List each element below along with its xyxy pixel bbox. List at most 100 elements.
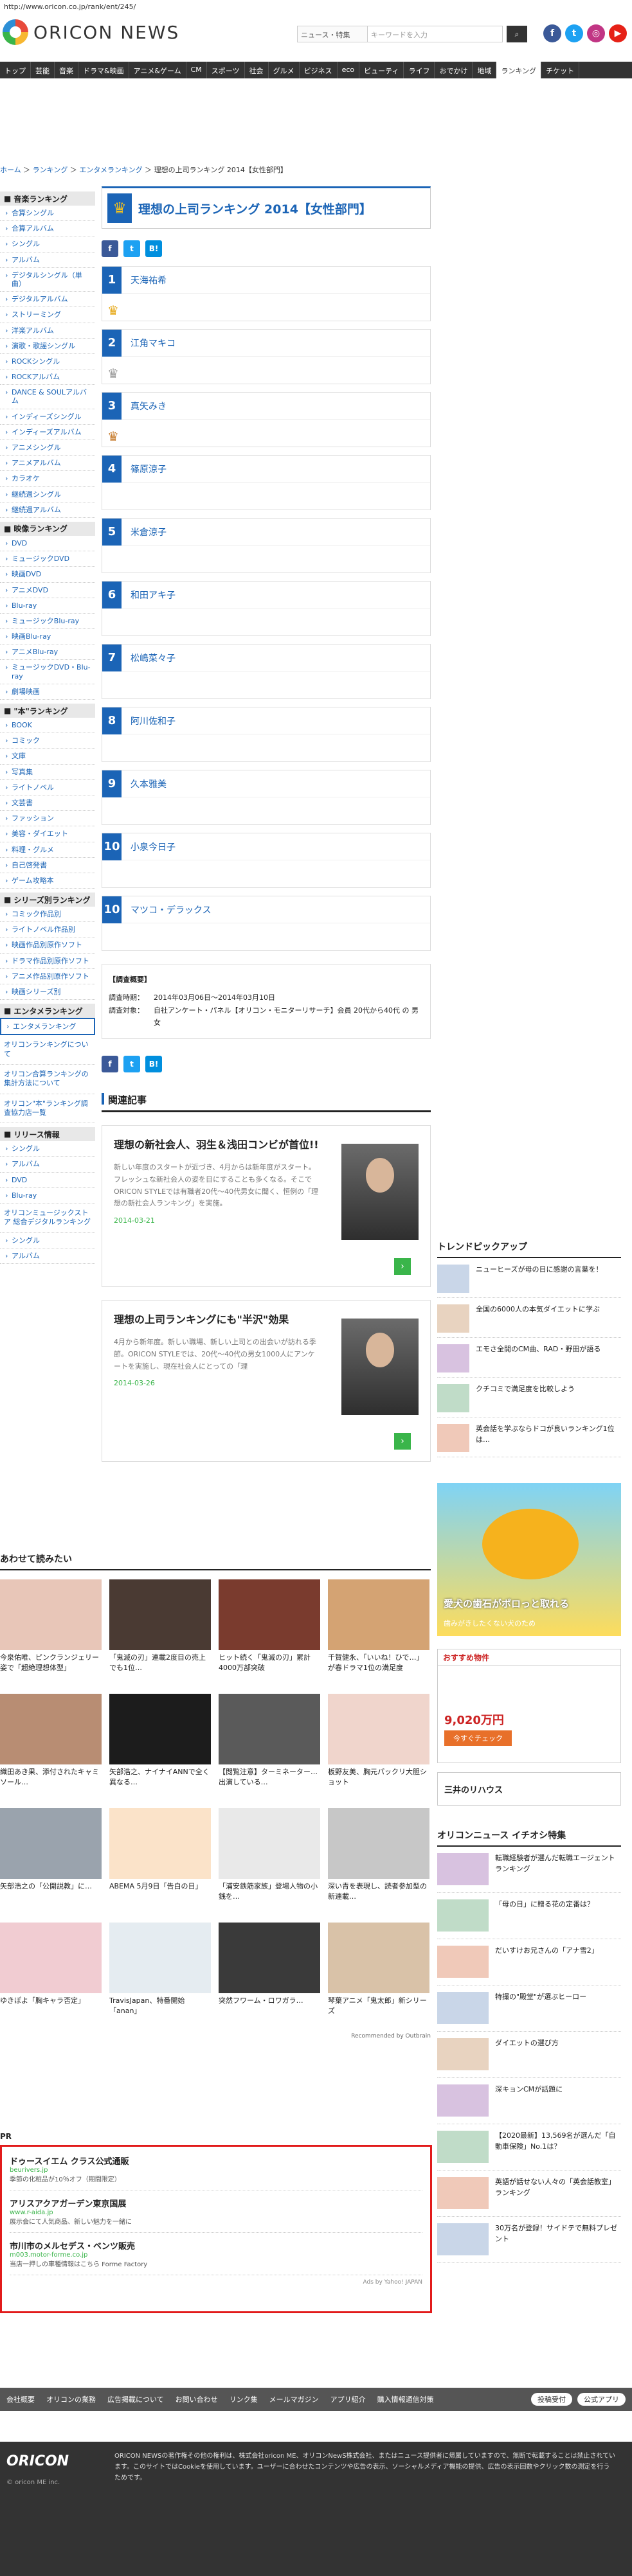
sidebar-item[interactable]: コミック作品別 xyxy=(0,907,95,923)
sidebar-item[interactable]: デジタルアルバム xyxy=(0,292,95,308)
arrow-right-icon[interactable]: › xyxy=(394,1433,411,1450)
recommended-card[interactable]: 突然フワーム・ロワガラ… xyxy=(219,1923,320,2029)
related-article[interactable]: 理想の上司ランキングにも"半沢"効果 4月から新年度。新しい職場、新しい上司との出… xyxy=(102,1300,431,1462)
nav-item[interactable]: グルメ xyxy=(269,62,300,78)
sidebar-item[interactable]: 継続週シングル xyxy=(0,487,95,502)
rank-name[interactable]: 小泉今日子 xyxy=(131,840,176,853)
nav-item[interactable]: アニメ&ゲーム xyxy=(129,62,186,78)
nav-item[interactable]: 地域 xyxy=(473,62,497,78)
footer-nav-item[interactable]: リンク集 xyxy=(230,2394,258,2404)
pr-item-title[interactable]: アリスアクアガーデン東京国展 xyxy=(10,2197,422,2209)
nav-item[interactable]: ビジネス xyxy=(300,62,338,78)
rank-row[interactable]: 10 小泉今日子 xyxy=(102,833,431,888)
sidebar-item[interactable]: 合算アルバム xyxy=(0,221,95,237)
featured-item[interactable]: だいすけお兄さんの「アナ雪2」 xyxy=(437,1939,621,1985)
nav-item[interactable]: トップ xyxy=(0,62,31,78)
footer-nav-item[interactable]: 購入情報通信対策 xyxy=(377,2394,434,2404)
rehouse-banner[interactable]: 三井のリハウス xyxy=(437,1772,621,1806)
nav-item[interactable]: eco xyxy=(338,62,360,78)
rank-row[interactable]: 5 米倉涼子 xyxy=(102,518,431,573)
share-facebook-button[interactable]: f xyxy=(102,1056,118,1073)
pr-item[interactable]: 市川市のメルセデス・ベンツ販売 m003.motor-forme.co.jp 当店一… xyxy=(10,2237,422,2275)
sidebar-item[interactable]: カラオケ xyxy=(0,471,95,487)
sidebar-item[interactable]: アニメBlu-ray xyxy=(0,644,95,661)
sidebar-item[interactable]: 洋楽アルバム xyxy=(0,323,95,339)
recommended-card[interactable]: 板野友美、胸元パックリ大胆ショット xyxy=(328,1694,429,1800)
footer-nav-item[interactable]: アプリ紹介 xyxy=(330,2394,366,2404)
trend-item[interactable]: 英会話を学ぶならドコが良いランキング1位は… xyxy=(437,1417,621,1457)
rank-row[interactable]: 8 阿川佐和子 xyxy=(102,707,431,762)
share-twitter-button[interactable]: t xyxy=(123,240,140,257)
sidebar-item[interactable]: ファッション xyxy=(0,811,95,827)
recommended-card[interactable]: 今泉佑唯、ピンクランジェリー姿で「超絶理想体型」 xyxy=(0,1579,102,1686)
nav-item[interactable]: ランキング xyxy=(496,62,542,78)
breadcrumb-home[interactable]: ホーム xyxy=(0,166,21,174)
breadcrumb-ranking[interactable]: ランキング xyxy=(33,166,68,174)
search-input[interactable]: キーワードを入力 xyxy=(368,26,503,42)
breadcrumb-ent-ranking[interactable]: エンタメランキング xyxy=(79,166,142,174)
nav-item[interactable]: チケット xyxy=(541,62,580,78)
sidebar-item[interactable]: シングル xyxy=(0,236,95,253)
instagram-icon[interactable]: ◎ xyxy=(587,24,605,42)
rank-name[interactable]: 和田アキ子 xyxy=(131,589,176,601)
pr-item[interactable]: アリスアクアガーデン東京国展 www.r-aida.jp 展示会にて人気商品、新しい… xyxy=(10,2194,422,2233)
sidebar-item[interactable]: エンタメランキング xyxy=(0,1018,95,1036)
sidebar-item[interactable]: ゲーム攻略本 xyxy=(0,873,95,889)
trend-item[interactable]: クチコミで満足度を比較しよう xyxy=(437,1378,621,1417)
release-item[interactable]: DVD xyxy=(0,1173,95,1188)
sidebar-item[interactable]: 劇場映画 xyxy=(0,684,95,700)
footer-nav-item[interactable]: 会社概要 xyxy=(6,2394,35,2404)
pr-item-url[interactable]: beurivers.jp xyxy=(10,2167,422,2174)
rank-name[interactable]: 松嶋菜々子 xyxy=(131,652,176,664)
sidebar-item[interactable]: DVD xyxy=(0,536,95,552)
nav-item[interactable]: 芸能 xyxy=(31,62,55,78)
sidebar-item[interactable]: アニメシングル xyxy=(0,440,95,456)
sidebar-item[interactable]: ドラマ作品別原作ソフト xyxy=(0,954,95,969)
sidebar-item[interactable]: 料理・グルメ xyxy=(0,842,95,858)
article-title[interactable]: 理想の上司ランキングにも"半沢"効果 xyxy=(114,1312,320,1328)
nav-item[interactable]: スポーツ xyxy=(207,62,245,78)
recommended-card[interactable]: ヒット続く「鬼滅の刃」累計4000万部突破 xyxy=(219,1579,320,1686)
footer-nav-item[interactable]: メールマガジン xyxy=(269,2394,319,2404)
sidebar-item[interactable]: ストリーミング xyxy=(0,307,95,323)
featured-item[interactable]: 【2020最新】13,569名が選んだ「自動車保険」No.1は？ xyxy=(437,2124,621,2171)
sidebar-item[interactable]: 継続週アルバム xyxy=(0,502,95,518)
rank-name[interactable]: マツコ・デラックス xyxy=(131,903,212,916)
rank-row[interactable]: 6 和田アキ子 xyxy=(102,581,431,636)
release-digital-item[interactable]: シングル xyxy=(0,1233,95,1248)
recommended-card[interactable]: 琴葉アニメ「鬼太郎」新シリーズ xyxy=(328,1923,429,2029)
sidebar-item[interactable]: ミュージックDVD・Blu-ray xyxy=(0,660,95,684)
sidebar-item[interactable]: 文芸書 xyxy=(0,795,95,812)
featured-item[interactable]: ダイエットの選び方 xyxy=(437,2032,621,2078)
nav-item[interactable]: CM xyxy=(186,62,207,78)
recommended-card[interactable]: 【閲覧注意】ターミネーター…出演している… xyxy=(219,1694,320,1800)
sidebar-item[interactable]: 演歌・歌謡シングル xyxy=(0,339,95,354)
arrow-right-icon[interactable]: › xyxy=(394,1258,411,1275)
twitter-icon[interactable]: t xyxy=(565,24,583,42)
share-hatena-button[interactable]: B! xyxy=(145,240,162,257)
recommended-by[interactable]: Recommended by Outbrain xyxy=(0,2033,431,2039)
sidebar-item[interactable]: ミュージックDVD xyxy=(0,551,95,567)
url-bar[interactable]: http://www.oricon.co.jp/rank/ent/245/ xyxy=(0,0,632,14)
recommended-card[interactable]: 千賀健永、「いいね！ひで…」が春ドラマ1位の満足度 xyxy=(328,1579,429,1686)
sidebar-item[interactable]: 文庫 xyxy=(0,749,95,765)
featured-item[interactable]: 特撮の"殿堂"が選ぶヒーロー xyxy=(437,1985,621,2032)
recommended-card[interactable]: ゆきぽよ「胸キャラ否定」 xyxy=(0,1923,102,2029)
rank-name[interactable]: 江角マキコ xyxy=(131,337,176,350)
rank-row[interactable]: 4 篠原涼子 xyxy=(102,455,431,510)
footer-point-button[interactable]: 投稿受付 xyxy=(531,2393,572,2406)
search-button[interactable]: ⌕ xyxy=(507,26,527,42)
sidebar-item[interactable]: アルバム xyxy=(0,253,95,268)
rank-row[interactable]: 1 天海祐希 ♛ xyxy=(102,266,431,321)
rank-row[interactable]: 7 松嶋菜々子 xyxy=(102,644,431,699)
pr-item-title[interactable]: 市川市のメルセデス・ベンツ販売 xyxy=(10,2239,422,2252)
sidebar-item[interactable]: 映画DVD xyxy=(0,567,95,583)
recommended-card[interactable]: 深い青を表現し、読者参加型の新連載… xyxy=(328,1808,429,1915)
sidebar-item[interactable]: ライトノベル xyxy=(0,780,95,795)
rank-row[interactable]: 3 真矢みき ♛ xyxy=(102,392,431,447)
sidebar-link[interactable]: オリコンランキングについて xyxy=(0,1035,95,1065)
sidebar-item[interactable]: アニメ作品別原作ソフト xyxy=(0,969,95,984)
release-item[interactable]: Blu-ray xyxy=(0,1188,95,1204)
recommended-card[interactable]: TravisJapan、特番開始「anan」 xyxy=(109,1923,211,2029)
sidebar-item[interactable]: BOOK xyxy=(0,718,95,734)
